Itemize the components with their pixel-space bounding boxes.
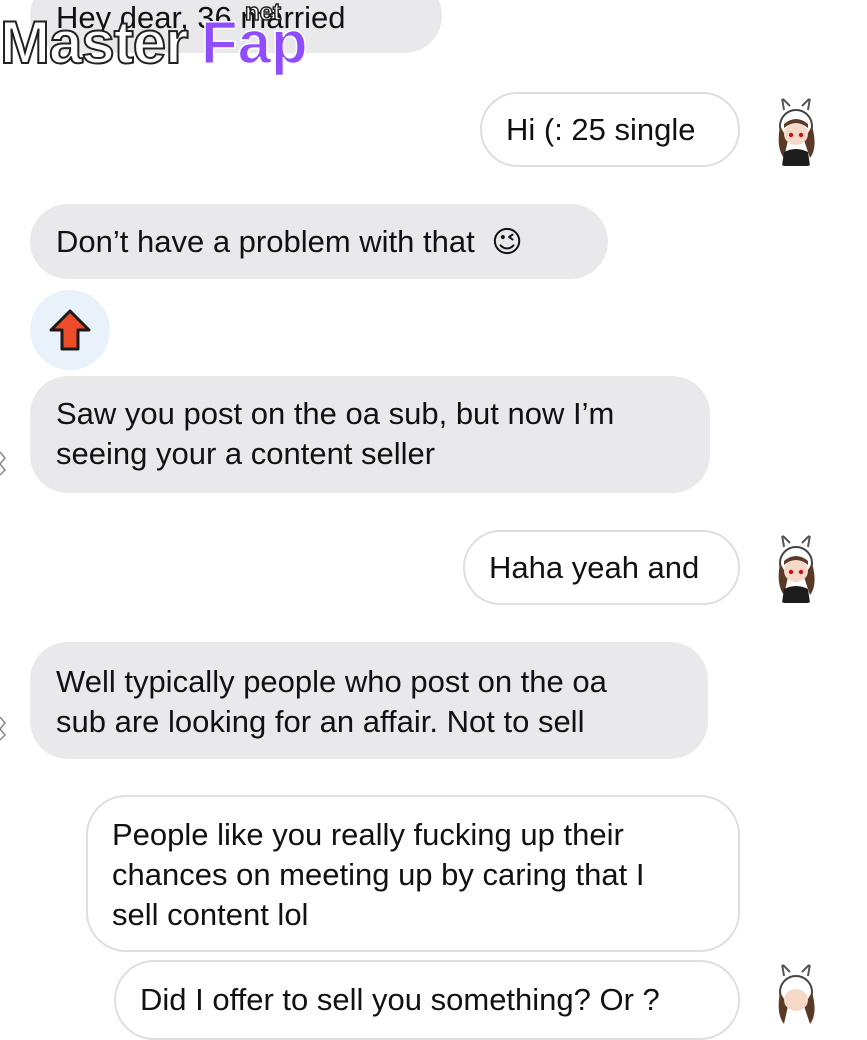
reaction-edge-icon — [0, 715, 6, 741]
reaction-badge[interactable] — [30, 290, 110, 370]
message-text: Well typically people who post on the oa — [56, 664, 607, 699]
message-text: chances on meeting up by caring that I — [112, 857, 645, 892]
anime-avatar-icon — [778, 533, 815, 603]
message-text: Hi (: 25 single — [506, 112, 696, 147]
up-arrow-icon — [49, 309, 91, 351]
message-text: seeing your a content seller — [56, 436, 436, 471]
message-text: sub are looking for an affair. Not to se… — [56, 704, 585, 739]
message-bubble-outgoing[interactable]: Hi (: 25 single — [480, 92, 740, 167]
message-bubble-incoming[interactable]: Saw you post on the oa sub, but now I’m … — [30, 376, 710, 493]
anime-avatar-icon — [778, 96, 815, 166]
message-bubble-incoming[interactable]: Hey dear, 36 married — [30, 0, 442, 53]
message-text: Don’t have a problem with that — [56, 224, 475, 259]
message-bubble-outgoing[interactable]: People like you really fucking up their … — [86, 795, 740, 952]
avatar[interactable] — [760, 533, 832, 605]
anime-avatar-icon — [778, 962, 815, 1024]
wink-emoji-icon: 😉 — [491, 226, 523, 259]
message-bubble-outgoing[interactable]: Did I offer to sell you something? Or ? — [114, 960, 740, 1040]
avatar[interactable] — [760, 96, 832, 168]
message-text: Hey dear, 36 married — [56, 0, 346, 35]
reaction-edge-icon — [0, 450, 6, 476]
message-bubble-outgoing[interactable]: Haha yeah and — [463, 530, 740, 605]
message-text: People like you really fucking up their — [112, 817, 624, 852]
message-bubble-incoming[interactable]: Don’t have a problem with that 😉 — [30, 204, 608, 279]
message-bubble-incoming[interactable]: Well typically people who post on the oa… — [30, 642, 708, 759]
message-text: Saw you post on the oa sub, but now I’m — [56, 396, 615, 431]
avatar[interactable] — [760, 962, 832, 1034]
message-text: Haha yeah and — [489, 550, 700, 585]
message-text: sell content lol — [112, 897, 309, 932]
